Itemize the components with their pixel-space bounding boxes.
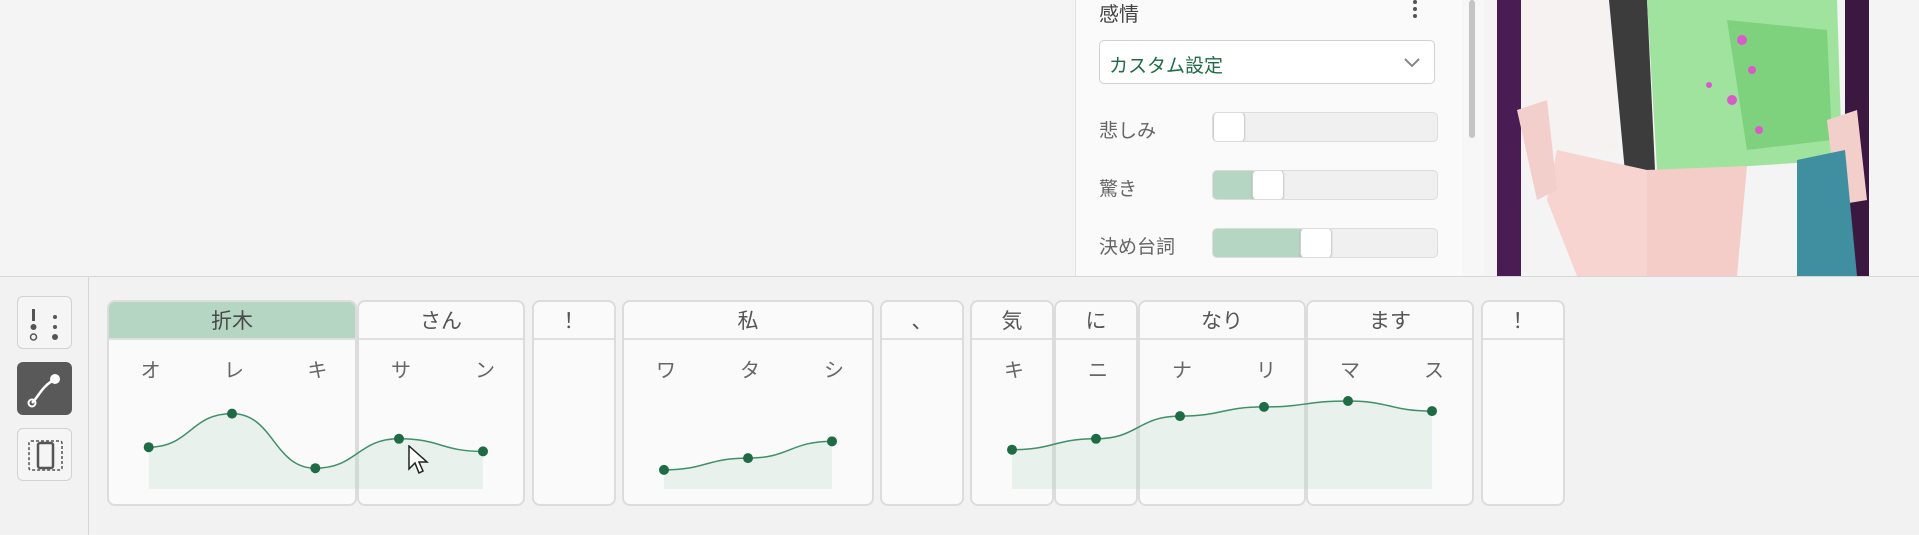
pitch-point[interactable] bbox=[478, 446, 488, 457]
pitch-point[interactable] bbox=[1343, 396, 1353, 406]
pitch-curves bbox=[143, 396, 1437, 489]
pitch-point[interactable] bbox=[1091, 433, 1101, 444]
mouse-cursor-icon bbox=[408, 445, 429, 475]
pitch-point[interactable] bbox=[659, 464, 669, 475]
pitch-point[interactable] bbox=[143, 442, 154, 453]
pitch-point[interactable] bbox=[827, 436, 837, 447]
pitch-area bbox=[148, 413, 483, 489]
pitch-point[interactable] bbox=[227, 408, 237, 419]
pitch-area bbox=[664, 441, 832, 489]
pitch-area bbox=[1012, 401, 1432, 489]
pitch-point[interactable] bbox=[394, 433, 404, 444]
pitch-point[interactable] bbox=[1007, 444, 1017, 455]
pitch-point[interactable] bbox=[1427, 406, 1437, 417]
pitch-point[interactable] bbox=[743, 453, 753, 464]
pitch-point[interactable] bbox=[1175, 411, 1185, 422]
pitch-point[interactable] bbox=[1259, 401, 1269, 412]
pitch-point[interactable] bbox=[310, 463, 321, 474]
